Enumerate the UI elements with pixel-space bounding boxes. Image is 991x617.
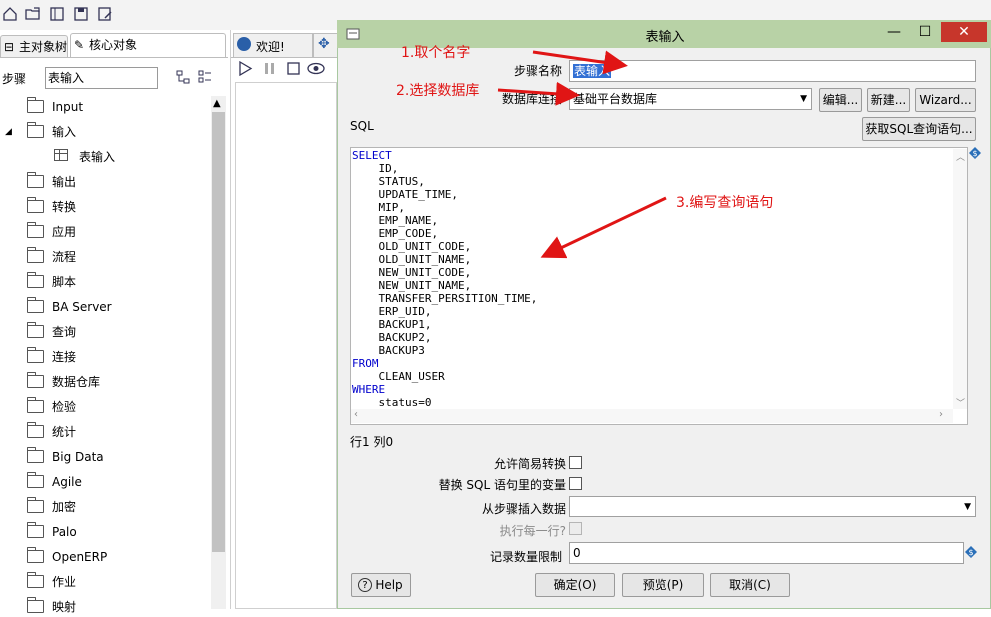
arrow-to-step-name [532, 50, 628, 75]
annotation-arrows [497, 50, 667, 259]
arrow-to-sql [540, 196, 667, 259]
arrow-to-db-select [497, 81, 580, 106]
